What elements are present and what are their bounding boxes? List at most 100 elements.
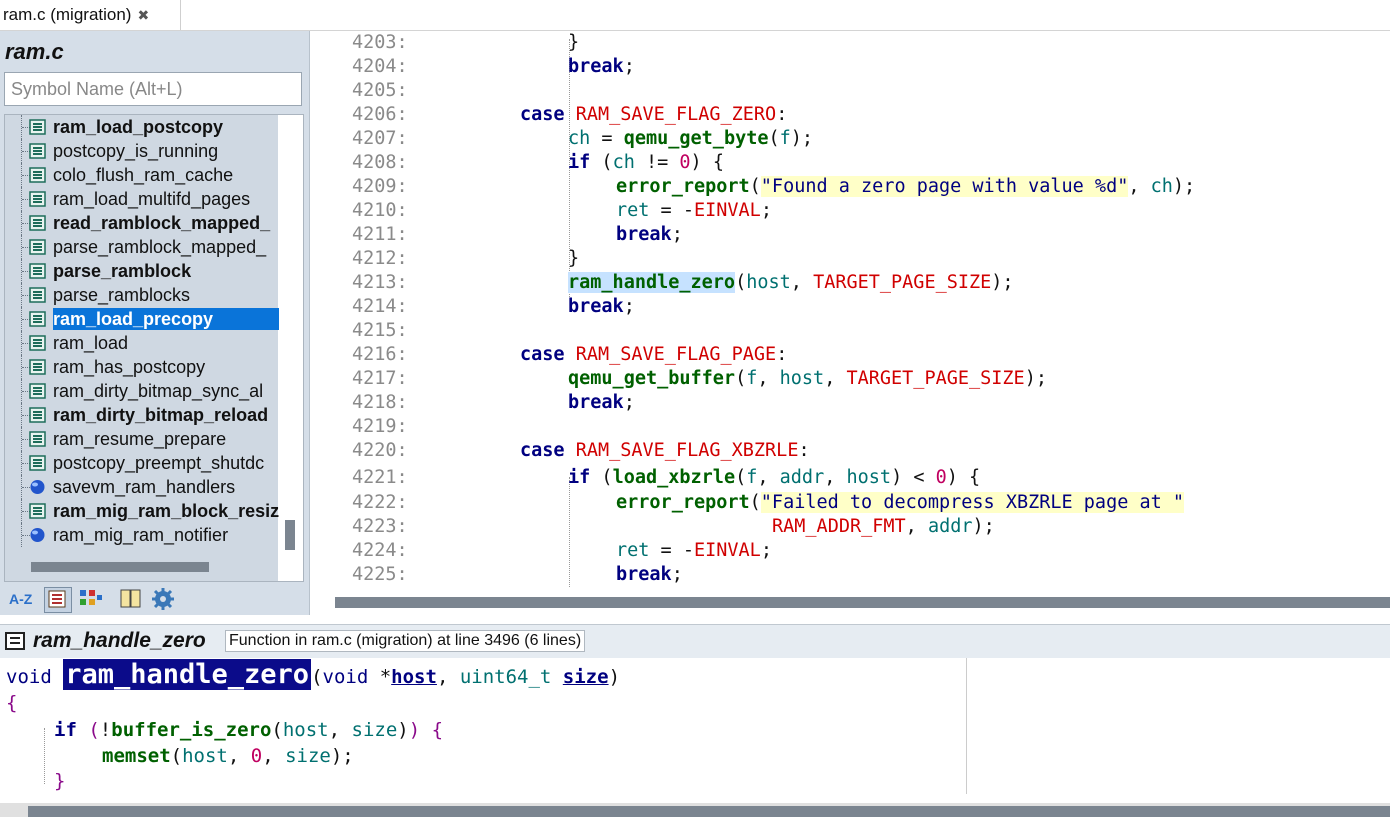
- symbol-list-item[interactable]: parse_ramblock: [5, 259, 278, 283]
- function-icon: [29, 359, 46, 375]
- code-line-4205: 4205:: [352, 80, 408, 101]
- context-line-memset: memset(host, 0, size);: [102, 745, 354, 767]
- function-icon: [29, 503, 46, 519]
- code-line-4203: 4203:}: [352, 32, 580, 53]
- highlighted-symbol: ram_handle_zero: [568, 272, 736, 293]
- symbol-label: ram_load: [53, 333, 129, 353]
- symbol-list-hscrollbar[interactable]: [31, 562, 209, 572]
- code-line-4210: 4210: ret = -EINVAL;: [352, 200, 772, 221]
- context-hscrollbar[interactable]: [28, 806, 1390, 817]
- code-line-4218: 4218: break;: [352, 392, 635, 413]
- function-icon: [29, 407, 46, 423]
- context-line-if: if (!buffer_is_zero(host, size)) {: [54, 719, 444, 741]
- symbol-list-item[interactable]: ram_load: [5, 331, 278, 355]
- context-line-brace: {: [6, 692, 18, 714]
- symbol-label: parse_ramblock: [53, 261, 192, 281]
- symbol-label: parse_ramblocks: [53, 285, 191, 305]
- context-description: Function in ram.c (migration) at line 34…: [225, 630, 586, 652]
- settings-gear-icon[interactable]: [150, 587, 176, 611]
- symbol-list-item[interactable]: ram_load_postcopy: [5, 115, 278, 139]
- code-line-4213: 4213: ram_handle_zero(host, TARGET_PAGE_S…: [352, 272, 1014, 293]
- symbol-search-input[interactable]: [4, 72, 302, 106]
- function-icon: [29, 167, 46, 183]
- symbol-label: ram_mig_ram_notifier: [53, 525, 229, 545]
- symbol-label: colo_flush_ram_cache: [53, 165, 234, 185]
- symbol-label: read_ramblock_mapped_: [53, 213, 271, 233]
- symbol-label: savevm_ram_handlers: [53, 477, 236, 497]
- symbol-list-item[interactable]: read_ramblock_mapped_: [5, 211, 278, 235]
- function-icon: [29, 335, 46, 351]
- book-icon[interactable]: [118, 587, 144, 611]
- code-line-4221: 4221: if (load_xbzrle(f, addr, host) < 0)…: [352, 467, 981, 488]
- tab-bar: ram.c (migration) ✖: [0, 0, 1390, 31]
- symbol-list-item[interactable]: ram_has_postcopy: [5, 355, 278, 379]
- context-line-signature: void ram_handle_zero (void *host, uint64_…: [6, 659, 621, 690]
- code-line-4216: 4216: case RAM_SAVE_FLAG_PAGE:: [352, 344, 788, 365]
- code-editor[interactable]: 4203:} 4204: break; 4205: 4206: case RAM_S…: [310, 31, 1390, 589]
- context-symbol-highlight: ram_handle_zero: [63, 659, 312, 690]
- code-line-4224: 4224: ret = -EINVAL;: [352, 540, 772, 561]
- editor-hscrollbar[interactable]: [335, 597, 1390, 608]
- context-code-view[interactable]: void ram_handle_zero (void *host, uint64_…: [0, 658, 967, 794]
- symbol-label: ram_has_postcopy: [53, 357, 206, 377]
- code-line-4225: 4225: break;: [352, 564, 683, 585]
- tab-ram-c[interactable]: ram.c (migration) ✖: [0, 0, 181, 30]
- symbol-list-scrollbar[interactable]: [285, 520, 295, 550]
- symbol-label: ram_dirty_bitmap_reload: [53, 405, 269, 425]
- symbol-list-item[interactable]: postcopy_is_running: [5, 139, 278, 163]
- function-icon: [29, 311, 46, 327]
- code-line-4215: 4215:: [352, 320, 408, 341]
- function-icon: [4, 631, 28, 656]
- symbol-list-item[interactable]: postcopy_preempt_shutdc: [5, 451, 278, 475]
- symbol-list[interactable]: ram_load_postcopy postcopy_is_runningcolo…: [4, 114, 304, 582]
- function-icon: [29, 455, 46, 471]
- function-icon: [29, 383, 46, 399]
- symbol-label: postcopy_preempt_shutdc: [53, 453, 265, 473]
- code-line-4217: 4217: qemu_get_buffer(f, host, TARGET_PAG…: [352, 368, 1047, 389]
- function-icon: [29, 191, 46, 207]
- symbol-label: ram_resume_prepare: [53, 429, 227, 449]
- symbol-list-item[interactable]: parse_ramblock_mapped_: [5, 235, 278, 259]
- code-line-4206: 4206: case RAM_SAVE_FLAG_ZERO:: [352, 104, 788, 125]
- code-line-4211: 4211: break;: [352, 224, 683, 245]
- code-line-4214: 4214: break;: [352, 296, 635, 317]
- code-line-4207: 4207: ch = qemu_get_byte(f);: [352, 128, 814, 149]
- symbol-list-item[interactable]: ram_dirty_bitmap_reload: [5, 403, 278, 427]
- sort-az-label: A-Z: [9, 591, 33, 607]
- function-icon: [29, 287, 46, 303]
- tab-label: ram.c (migration): [3, 5, 132, 24]
- variable-icon: [29, 527, 46, 543]
- symbol-label: ram_mig_ram_block_resiz: [53, 501, 279, 521]
- function-icon: [29, 119, 46, 135]
- symbol-list-item[interactable]: ram_load_multifd_pages: [5, 187, 278, 211]
- context-header: ram_handle_zero Function in ram.c (migra…: [0, 624, 1390, 658]
- symbol-label: ram_load_precopy: [53, 308, 279, 330]
- list-view-icon[interactable]: [44, 587, 72, 613]
- symbol-toolbar: A-Z: [0, 584, 309, 615]
- symbol-label: postcopy_is_running: [53, 141, 219, 161]
- category-icon[interactable]: [78, 587, 104, 611]
- context-hscroll-track[interactable]: [0, 803, 1390, 817]
- context-line-close: }: [54, 770, 66, 792]
- function-icon: [29, 143, 46, 159]
- symbol-label: ram_load_postcopy: [53, 117, 224, 137]
- sort-az-icon[interactable]: A-Z: [8, 587, 34, 611]
- symbol-list-item[interactable]: ram_resume_prepare: [5, 427, 278, 451]
- code-line-4220: 4220: case RAM_SAVE_FLAG_XBZRLE:: [352, 440, 810, 461]
- code-line-4209: 4209: error_report("Found a zero page wit…: [352, 176, 1196, 197]
- symbol-list-item[interactable]: savevm_ram_handlers: [5, 475, 278, 499]
- code-line-4212: 4212:}: [352, 248, 580, 269]
- code-line-4208: 4208: if (ch != 0) {: [352, 152, 724, 173]
- symbol-label: ram_dirty_bitmap_sync_al: [53, 381, 264, 401]
- symbol-list-item[interactable]: ram_load_precopy: [5, 307, 279, 331]
- symbol-list-item[interactable]: ram_mig_ram_block_resiz: [5, 499, 279, 523]
- symbol-panel: ram.c ram_load_postcopy postcopy_is_runni…: [0, 31, 310, 615]
- symbol-list-item[interactable]: ram_mig_ram_notifier: [5, 523, 278, 547]
- symbol-list-item[interactable]: ram_dirty_bitmap_sync_al: [5, 379, 278, 403]
- symbol-list-item[interactable]: parse_ramblocks: [5, 283, 278, 307]
- symbol-label: parse_ramblock_mapped_: [53, 237, 267, 257]
- function-icon: [29, 215, 46, 231]
- symbol-list-item[interactable]: colo_flush_ram_cache: [5, 163, 278, 187]
- code-line-4204: 4204: break;: [352, 56, 635, 77]
- close-icon[interactable]: ✖: [137, 7, 149, 24]
